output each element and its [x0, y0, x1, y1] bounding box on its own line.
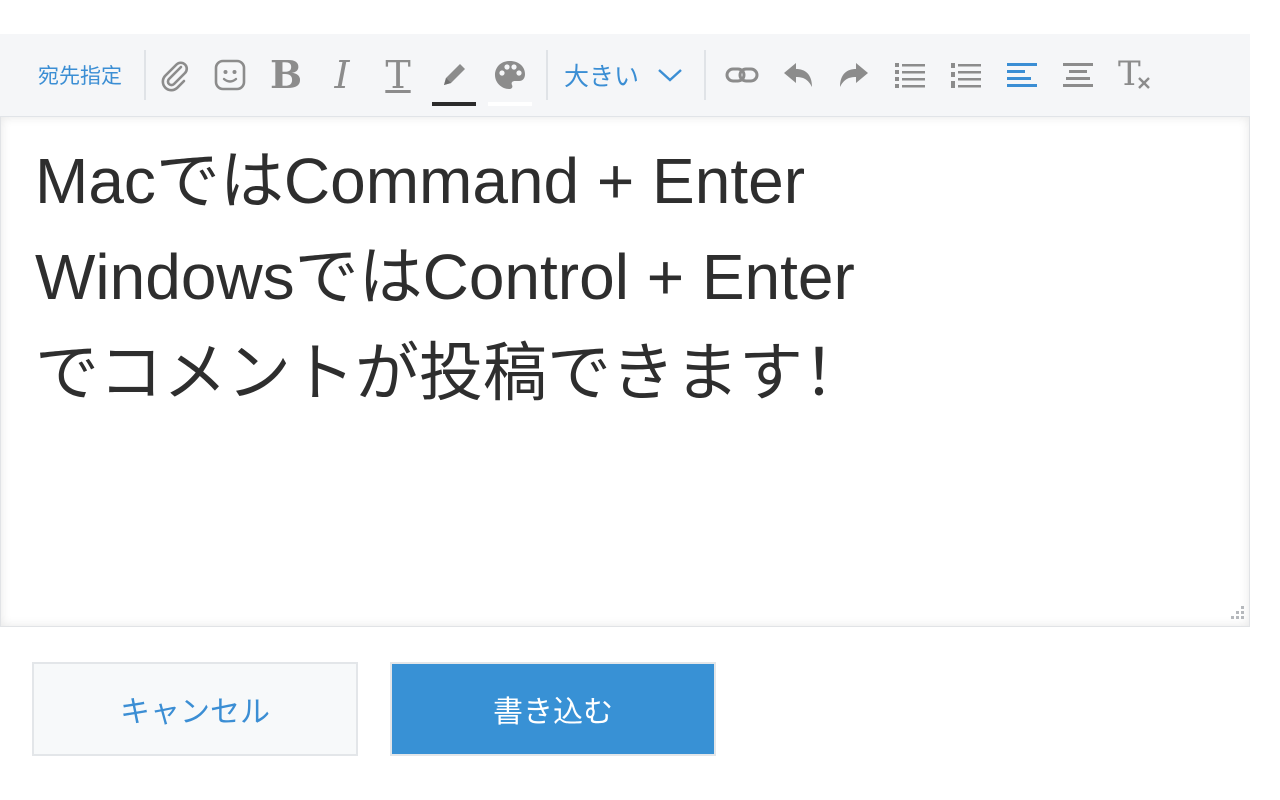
- italic-icon: I: [334, 53, 350, 97]
- toolbar-divider: [144, 50, 146, 100]
- undo-icon: [781, 60, 815, 90]
- bulleted-list-icon: [893, 60, 927, 90]
- bold-button[interactable]: B: [264, 34, 308, 116]
- chevron-down-icon: [657, 67, 683, 83]
- toolbar-divider: [546, 50, 548, 100]
- submit-button[interactable]: 書き込む: [390, 662, 716, 756]
- clear-format-icon: T: [1116, 57, 1152, 93]
- numbered-list-icon: [949, 60, 983, 90]
- italic-button[interactable]: I: [320, 34, 364, 116]
- toolbar-divider: [704, 50, 706, 100]
- link-icon: [724, 63, 760, 87]
- redo-icon: [837, 60, 871, 90]
- font-size-label: 大きい: [564, 62, 640, 91]
- paperclip-icon: [157, 58, 191, 92]
- align-left-button[interactable]: [1000, 34, 1044, 116]
- undo-button[interactable]: [776, 34, 820, 116]
- attach-file-button[interactable]: [152, 34, 196, 116]
- comment-editor: 宛先指定 B I T 大きい T MacではCommand + Enter Wi…: [0, 34, 1250, 628]
- font-color-button[interactable]: [432, 34, 476, 116]
- align-left-icon: [1005, 60, 1039, 90]
- bold-icon: B: [269, 52, 303, 97]
- content-line: MacではCommand + Enter: [35, 145, 806, 217]
- mention-label: 宛先指定: [38, 64, 122, 88]
- text-style-icon: T: [385, 53, 411, 97]
- align-center-icon: [1061, 60, 1095, 90]
- font-size-select[interactable]: 大きい: [564, 34, 698, 116]
- emoji-button[interactable]: [208, 34, 252, 116]
- bulleted-list-button[interactable]: [888, 34, 932, 116]
- pencil-icon: [437, 58, 471, 92]
- text-style-button[interactable]: T: [376, 34, 420, 116]
- smiley-icon: [213, 58, 247, 92]
- clear-format-button[interactable]: T: [1112, 34, 1156, 116]
- background-color-button[interactable]: [488, 34, 532, 116]
- resize-handle[interactable]: [1226, 603, 1246, 623]
- background-color-swatch: [488, 102, 532, 106]
- editor-toolbar: 宛先指定 B I T 大きい T: [0, 34, 1250, 117]
- redo-button[interactable]: [832, 34, 876, 116]
- align-center-button[interactable]: [1056, 34, 1100, 116]
- cancel-button[interactable]: キャンセル: [32, 662, 358, 756]
- font-color-swatch: [432, 102, 476, 106]
- numbered-list-button[interactable]: [944, 34, 988, 116]
- comment-textarea[interactable]: MacではCommand + Enter WindowsではControl + …: [0, 117, 1250, 627]
- content-line: でコメントが投稿できます！: [35, 337, 867, 409]
- content-line: WindowsではControl + Enter: [35, 241, 855, 313]
- mention-button[interactable]: 宛先指定: [24, 34, 136, 116]
- palette-icon: [492, 58, 528, 92]
- insert-link-button[interactable]: [720, 34, 764, 116]
